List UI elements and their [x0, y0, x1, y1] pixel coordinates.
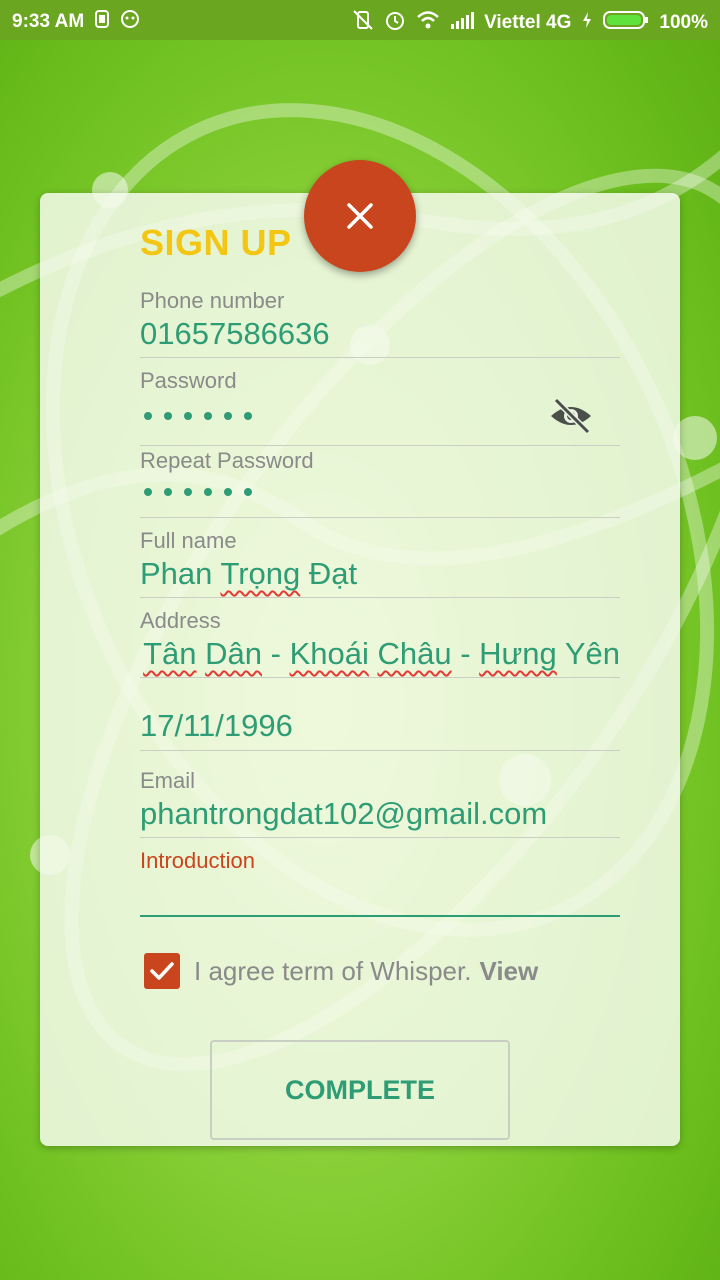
repeat-password-field[interactable]: Repeat Password — [140, 448, 620, 518]
charging-icon — [581, 11, 593, 35]
toggle-password-visibility[interactable] — [548, 396, 594, 441]
repeat-password-dot — [144, 488, 152, 496]
address-part: - — [262, 636, 290, 671]
address-part-misspelled: Tân — [143, 636, 197, 671]
clock: 9:33 AM — [12, 11, 85, 32]
full-name-underline — [140, 597, 620, 598]
battery-icon — [603, 10, 649, 36]
android-icon — [120, 9, 140, 35]
full-name-label: Full name — [140, 528, 237, 553]
phone-underline — [140, 357, 620, 358]
address-field[interactable]: Address Tân Dân - Khoái Châu - Hưng Yên — [140, 608, 620, 678]
address-part-misspelled: Dân — [205, 636, 262, 671]
email-underline — [140, 837, 620, 838]
phone-label: Phone number — [140, 288, 285, 313]
email-input[interactable]: phantrongdat102@gmail.com — [140, 796, 547, 832]
battery-percent: 100% — [659, 12, 708, 33]
introduction-field[interactable]: Introduction — [140, 848, 620, 918]
full-name-field[interactable]: Full name Phan Trọng Đạt — [140, 528, 620, 598]
repeat-password-dot — [164, 488, 172, 496]
introduction-label: Introduction — [140, 848, 255, 873]
agree-checkbox[interactable] — [144, 953, 180, 989]
email-field[interactable]: Email phantrongdat102@gmail.com — [140, 768, 620, 838]
page-title: SIGN UP — [140, 222, 292, 263]
repeat-password-label: Repeat Password — [140, 448, 314, 473]
password-dot — [244, 412, 252, 420]
sim-icon — [94, 9, 110, 35]
agree-text: I agree term of Whisper. — [194, 955, 472, 986]
repeat-password-dot — [244, 488, 252, 496]
password-field[interactable]: Password — [140, 368, 620, 446]
full-name-input[interactable]: Phan Trọng Đạt — [140, 556, 357, 592]
status-bar: 9:33 AM Viettel 4G 100% — [0, 0, 720, 40]
password-input[interactable] — [144, 412, 252, 420]
signal-icon — [450, 11, 475, 35]
password-dot — [144, 412, 152, 420]
repeat-password-dot — [204, 488, 212, 496]
complete-button[interactable]: COMPLETE — [210, 1040, 510, 1140]
birthday-underline — [140, 750, 620, 751]
repeat-password-dot — [184, 488, 192, 496]
birthday-field[interactable]: 17/11/1996 — [140, 688, 620, 751]
introduction-underline — [140, 915, 620, 917]
full-name-part-misspelled: Trọng — [220, 556, 301, 591]
full-name-part: Phan — [140, 556, 221, 591]
password-dot — [184, 412, 192, 420]
eye-off-icon — [551, 397, 591, 435]
address-part-misspelled: Hưng — [479, 636, 557, 671]
address-part — [197, 636, 206, 671]
address-input[interactable]: Tân Dân - Khoái Châu - Hưng Yên — [140, 634, 620, 678]
alarm-icon — [384, 9, 406, 37]
agree-row: I agree term of Whisper. View — [144, 953, 538, 989]
address-part-misspelled: Châu — [377, 636, 452, 671]
close-button[interactable] — [304, 160, 416, 272]
vibrate-off-icon — [352, 9, 374, 37]
address-part: Yên — [556, 636, 620, 671]
password-dot — [164, 412, 172, 420]
address-part-misspelled: Khoái — [289, 636, 369, 671]
password-dot — [224, 412, 232, 420]
password-dot — [204, 412, 212, 420]
address-part: - — [451, 636, 480, 671]
address-underline — [140, 677, 620, 678]
password-label: Password — [140, 368, 237, 393]
address-label: Address — [140, 608, 221, 633]
view-terms-link[interactable]: View — [479, 956, 538, 987]
repeat-password-input[interactable] — [144, 488, 252, 496]
password-underline — [140, 445, 620, 446]
phone-field[interactable]: Phone number 01657586636 — [140, 288, 620, 358]
email-label: Email — [140, 768, 196, 793]
repeat-password-dot — [224, 488, 232, 496]
carrier-name: Viettel 4G — [484, 12, 572, 33]
close-icon — [347, 203, 373, 229]
wifi-icon — [416, 10, 440, 36]
full-name-part: Đạt — [300, 556, 358, 591]
checkmark-icon — [150, 962, 174, 980]
birthday-input[interactable]: 17/11/1996 — [140, 708, 293, 744]
repeat-password-underline — [140, 517, 620, 518]
phone-input[interactable]: 01657586636 — [140, 316, 330, 352]
